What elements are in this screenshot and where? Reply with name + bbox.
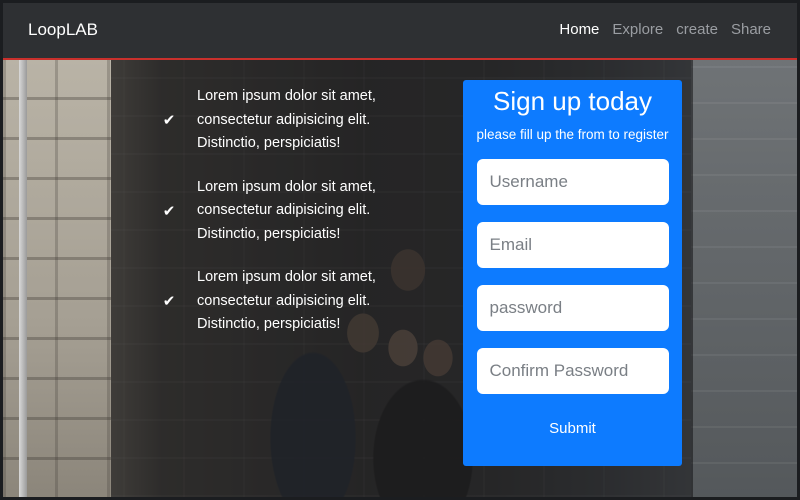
check-icon: ✔ (162, 202, 176, 220)
email-input[interactable] (476, 222, 669, 268)
submit-button[interactable]: Submit (549, 420, 596, 437)
nav-link-explore[interactable]: Explore (612, 21, 663, 38)
brand-logo[interactable]: LoopLAB (28, 20, 98, 40)
check-icon: ✔ (162, 112, 176, 130)
feature-text: Lorem ipsum dolor sit amet, consectetur … (197, 88, 376, 151)
background-right-wall (691, 60, 797, 497)
check-icon: ✔ (162, 293, 176, 311)
signup-title: Sign up today (492, 86, 652, 116)
background-pipe (19, 60, 27, 497)
feature-item: ✔ Lorem ipsum dolor sit amet, consectetu… (159, 266, 419, 337)
nav-links: Home Explore create Share (559, 21, 771, 38)
feature-text: Lorem ipsum dolor sit amet, consectetur … (197, 269, 376, 332)
nav-link-share[interactable]: Share (731, 21, 771, 38)
feature-item: ✔ Lorem ipsum dolor sit amet, consectetu… (159, 176, 419, 247)
page-frame: LoopLAB Home Explore create Share ✔ Lore… (3, 3, 797, 497)
username-input[interactable] (476, 159, 669, 205)
password-input[interactable] (476, 285, 669, 331)
confirm-password-input[interactable] (476, 348, 669, 394)
nav-link-home[interactable]: Home (559, 21, 599, 38)
signup-subtitle: please fill up the from to register (476, 127, 669, 142)
signup-card: Sign up today please fill up the from to… (463, 80, 682, 466)
feature-item: ✔ Lorem ipsum dolor sit amet, consectetu… (159, 85, 419, 156)
nav-link-create[interactable]: create (676, 21, 718, 38)
feature-text: Lorem ipsum dolor sit amet, consectetur … (197, 178, 376, 242)
feature-list: ✔ Lorem ipsum dolor sit amet, consectetu… (159, 85, 419, 357)
navbar: LoopLAB Home Explore create Share (3, 3, 797, 60)
